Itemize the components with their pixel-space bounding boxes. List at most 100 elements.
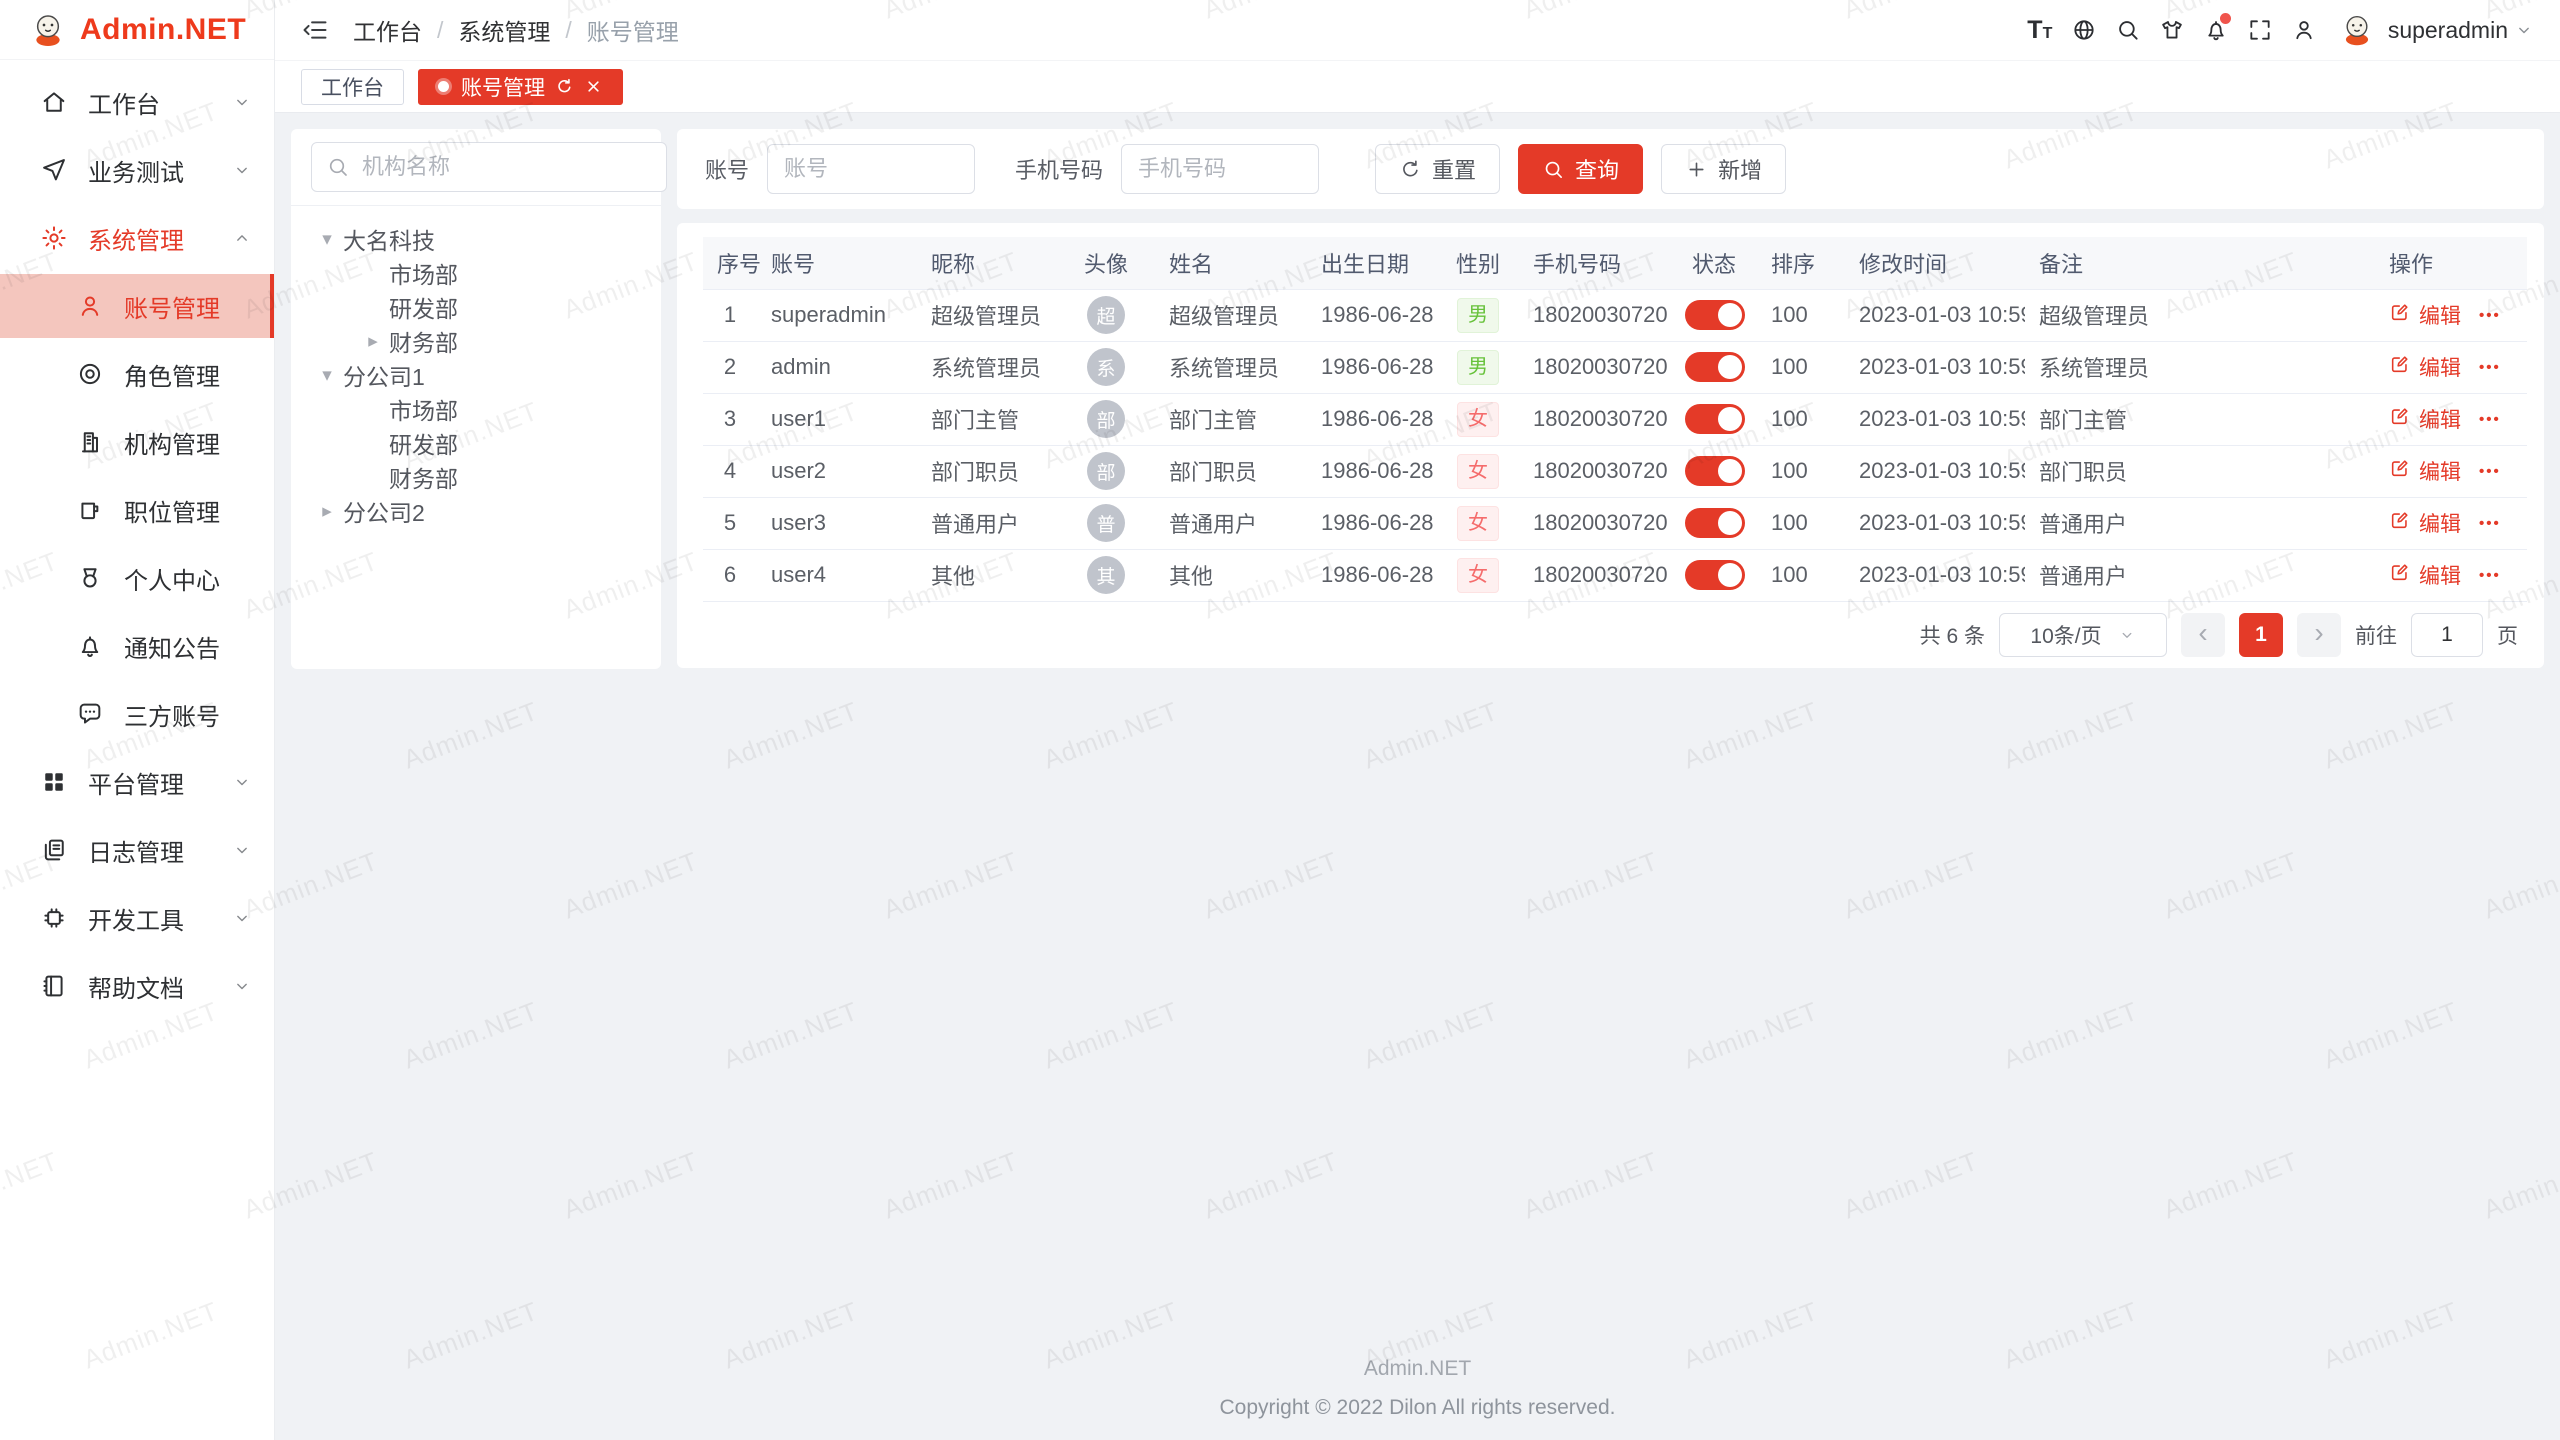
- breadcrumb-item[interactable]: 系统管理: [458, 13, 550, 47]
- tree-node[interactable]: 研发部: [301, 426, 651, 460]
- breadcrumb-item[interactable]: 工作台: [353, 13, 422, 47]
- logo[interactable]: Admin.NET: [0, 0, 274, 60]
- edit-button[interactable]: 编辑: [2389, 456, 2461, 486]
- tree-node-label: 分公司1: [343, 358, 425, 392]
- sidebar-item-label: 开发工具: [88, 901, 184, 936]
- menu-fold-icon[interactable]: [301, 16, 329, 44]
- caret-right-icon[interactable]: ▸: [357, 330, 389, 353]
- row-actions: 编辑 •••: [2389, 560, 2513, 590]
- more-actions-button[interactable]: •••: [2479, 411, 2501, 428]
- row-actions: 编辑 •••: [2389, 352, 2513, 382]
- caret-right-icon[interactable]: ▸: [311, 500, 343, 523]
- tab-active-dot: [438, 81, 449, 92]
- status-toggle[interactable]: [1685, 300, 1745, 330]
- sidebar-item-workbench[interactable]: 工作台: [0, 70, 274, 134]
- sidebar-item-third-party-account[interactable]: 三方账号: [0, 682, 274, 746]
- tab-refresh-icon[interactable]: [555, 77, 574, 96]
- current-page-button[interactable]: 1: [2239, 613, 2283, 657]
- tree-node[interactable]: ▾大名科技: [301, 222, 651, 256]
- sidebar-item-personal-center[interactable]: 个人中心: [0, 546, 274, 610]
- status-toggle[interactable]: [1685, 456, 1745, 486]
- status-toggle[interactable]: [1685, 352, 1745, 382]
- goto-page-input[interactable]: [2411, 613, 2483, 657]
- tree-node[interactable]: 财务部: [301, 460, 651, 494]
- phone-input[interactable]: [1121, 144, 1319, 194]
- sidebar-item-position-management[interactable]: 职位管理: [0, 478, 274, 542]
- chevron-down-icon[interactable]: [2514, 20, 2534, 40]
- cell-account: user2: [757, 445, 917, 497]
- account-input[interactable]: [767, 144, 975, 194]
- caret-down-icon[interactable]: ▾: [311, 364, 343, 387]
- org-search-box[interactable]: [311, 142, 667, 192]
- cell-gender: 女: [1437, 497, 1519, 549]
- caret-down-icon[interactable]: ▾: [311, 228, 343, 251]
- tree-node[interactable]: 市场部: [301, 392, 651, 426]
- cell-birth-date: 1986-06-28: [1307, 393, 1437, 445]
- cell-actions: 编辑 •••: [2375, 289, 2527, 341]
- more-actions-button[interactable]: •••: [2479, 463, 2501, 480]
- fullscreen-icon[interactable]: [2238, 8, 2282, 52]
- theme-icon[interactable]: [2150, 8, 2194, 52]
- sidebar: Admin.NET 工作台业务测试系统管理账号管理角色管理机构管理职位管理个人中…: [0, 0, 275, 1440]
- query-form: 账号 手机号码 重置 查询: [677, 129, 2544, 209]
- tree-node[interactable]: 市场部: [301, 256, 651, 290]
- edit-button[interactable]: 编辑: [2389, 352, 2461, 382]
- edit-button[interactable]: 编辑: [2389, 508, 2461, 538]
- tree-node[interactable]: ▸财务部: [301, 324, 651, 358]
- more-actions-button[interactable]: •••: [2479, 515, 2501, 532]
- breadcrumb-item[interactable]: 账号管理: [587, 13, 679, 47]
- sidebar-item-org-management[interactable]: 机构管理: [0, 410, 274, 474]
- tab-工作台[interactable]: 工作台: [301, 69, 404, 105]
- prev-page-button[interactable]: ‹: [2181, 613, 2225, 657]
- org-search-input[interactable]: [360, 153, 652, 181]
- profile-icon[interactable]: [2282, 8, 2326, 52]
- translate-icon[interactable]: [2062, 8, 2106, 52]
- sidebar-item-help-docs[interactable]: 帮助文档: [0, 954, 274, 1018]
- tab-close-icon[interactable]: [584, 77, 603, 96]
- user-avatar[interactable]: [2338, 11, 2376, 49]
- tree-node[interactable]: 研发部: [301, 290, 651, 324]
- status-toggle[interactable]: [1685, 508, 1745, 538]
- sidebar-item-dev-tools[interactable]: 开发工具: [0, 886, 274, 950]
- sidebar-item-business-test[interactable]: 业务测试: [0, 138, 274, 202]
- edit-button[interactable]: 编辑: [2389, 300, 2461, 330]
- next-page-button[interactable]: ›: [2297, 613, 2341, 657]
- gender-badge: 女: [1457, 454, 1499, 489]
- more-actions-button[interactable]: •••: [2479, 359, 2501, 376]
- page-size-select[interactable]: 10条/页: [1999, 613, 2167, 657]
- status-toggle[interactable]: [1685, 404, 1745, 434]
- reset-button[interactable]: 重置: [1375, 144, 1500, 194]
- avatar: 其: [1087, 556, 1125, 594]
- tree-node[interactable]: ▾分公司1: [301, 358, 651, 392]
- sidebar-item-system-management[interactable]: 系统管理: [0, 206, 274, 270]
- more-actions-button[interactable]: •••: [2479, 307, 2501, 324]
- username[interactable]: superadmin: [2388, 17, 2508, 44]
- search-icon[interactable]: [2106, 8, 2150, 52]
- edit-button[interactable]: 编辑: [2389, 404, 2461, 434]
- sidebar-item-account-management[interactable]: 账号管理: [0, 274, 274, 338]
- cell-account: admin: [757, 341, 917, 393]
- tree-node[interactable]: ▸分公司2: [301, 494, 651, 528]
- sidebar-item-platform-management[interactable]: 平台管理: [0, 750, 274, 814]
- cell-nickname: 部门职员: [917, 445, 1057, 497]
- font-size-icon[interactable]: TT: [2018, 8, 2062, 52]
- cell-avatar: 系: [1057, 341, 1155, 393]
- sidebar-item-log-management[interactable]: 日志管理: [0, 818, 274, 882]
- table-row: 4user2部门职员部部门职员1986-06-28女18020030720100…: [703, 445, 2527, 497]
- edit-button[interactable]: 编辑: [2389, 560, 2461, 590]
- add-button[interactable]: 新增: [1661, 144, 1786, 194]
- more-actions-button[interactable]: •••: [2479, 567, 2501, 584]
- cell-avatar: 部: [1057, 445, 1155, 497]
- tab-账号管理[interactable]: 账号管理: [418, 69, 623, 105]
- sidebar-item-notice[interactable]: 通知公告: [0, 614, 274, 678]
- search-button[interactable]: 查询: [1518, 144, 1643, 194]
- cell-name: 部门职员: [1155, 445, 1307, 497]
- status-toggle[interactable]: [1685, 560, 1745, 590]
- cell-index: 1: [703, 289, 757, 341]
- org-panel-header: •••: [291, 129, 661, 206]
- notification-icon[interactable]: [2194, 8, 2238, 52]
- sidebar-item-label: 工作台: [88, 85, 160, 120]
- logo-mascot-icon: [28, 10, 68, 50]
- cell-avatar: 普: [1057, 497, 1155, 549]
- sidebar-item-role-management[interactable]: 角色管理: [0, 342, 274, 406]
